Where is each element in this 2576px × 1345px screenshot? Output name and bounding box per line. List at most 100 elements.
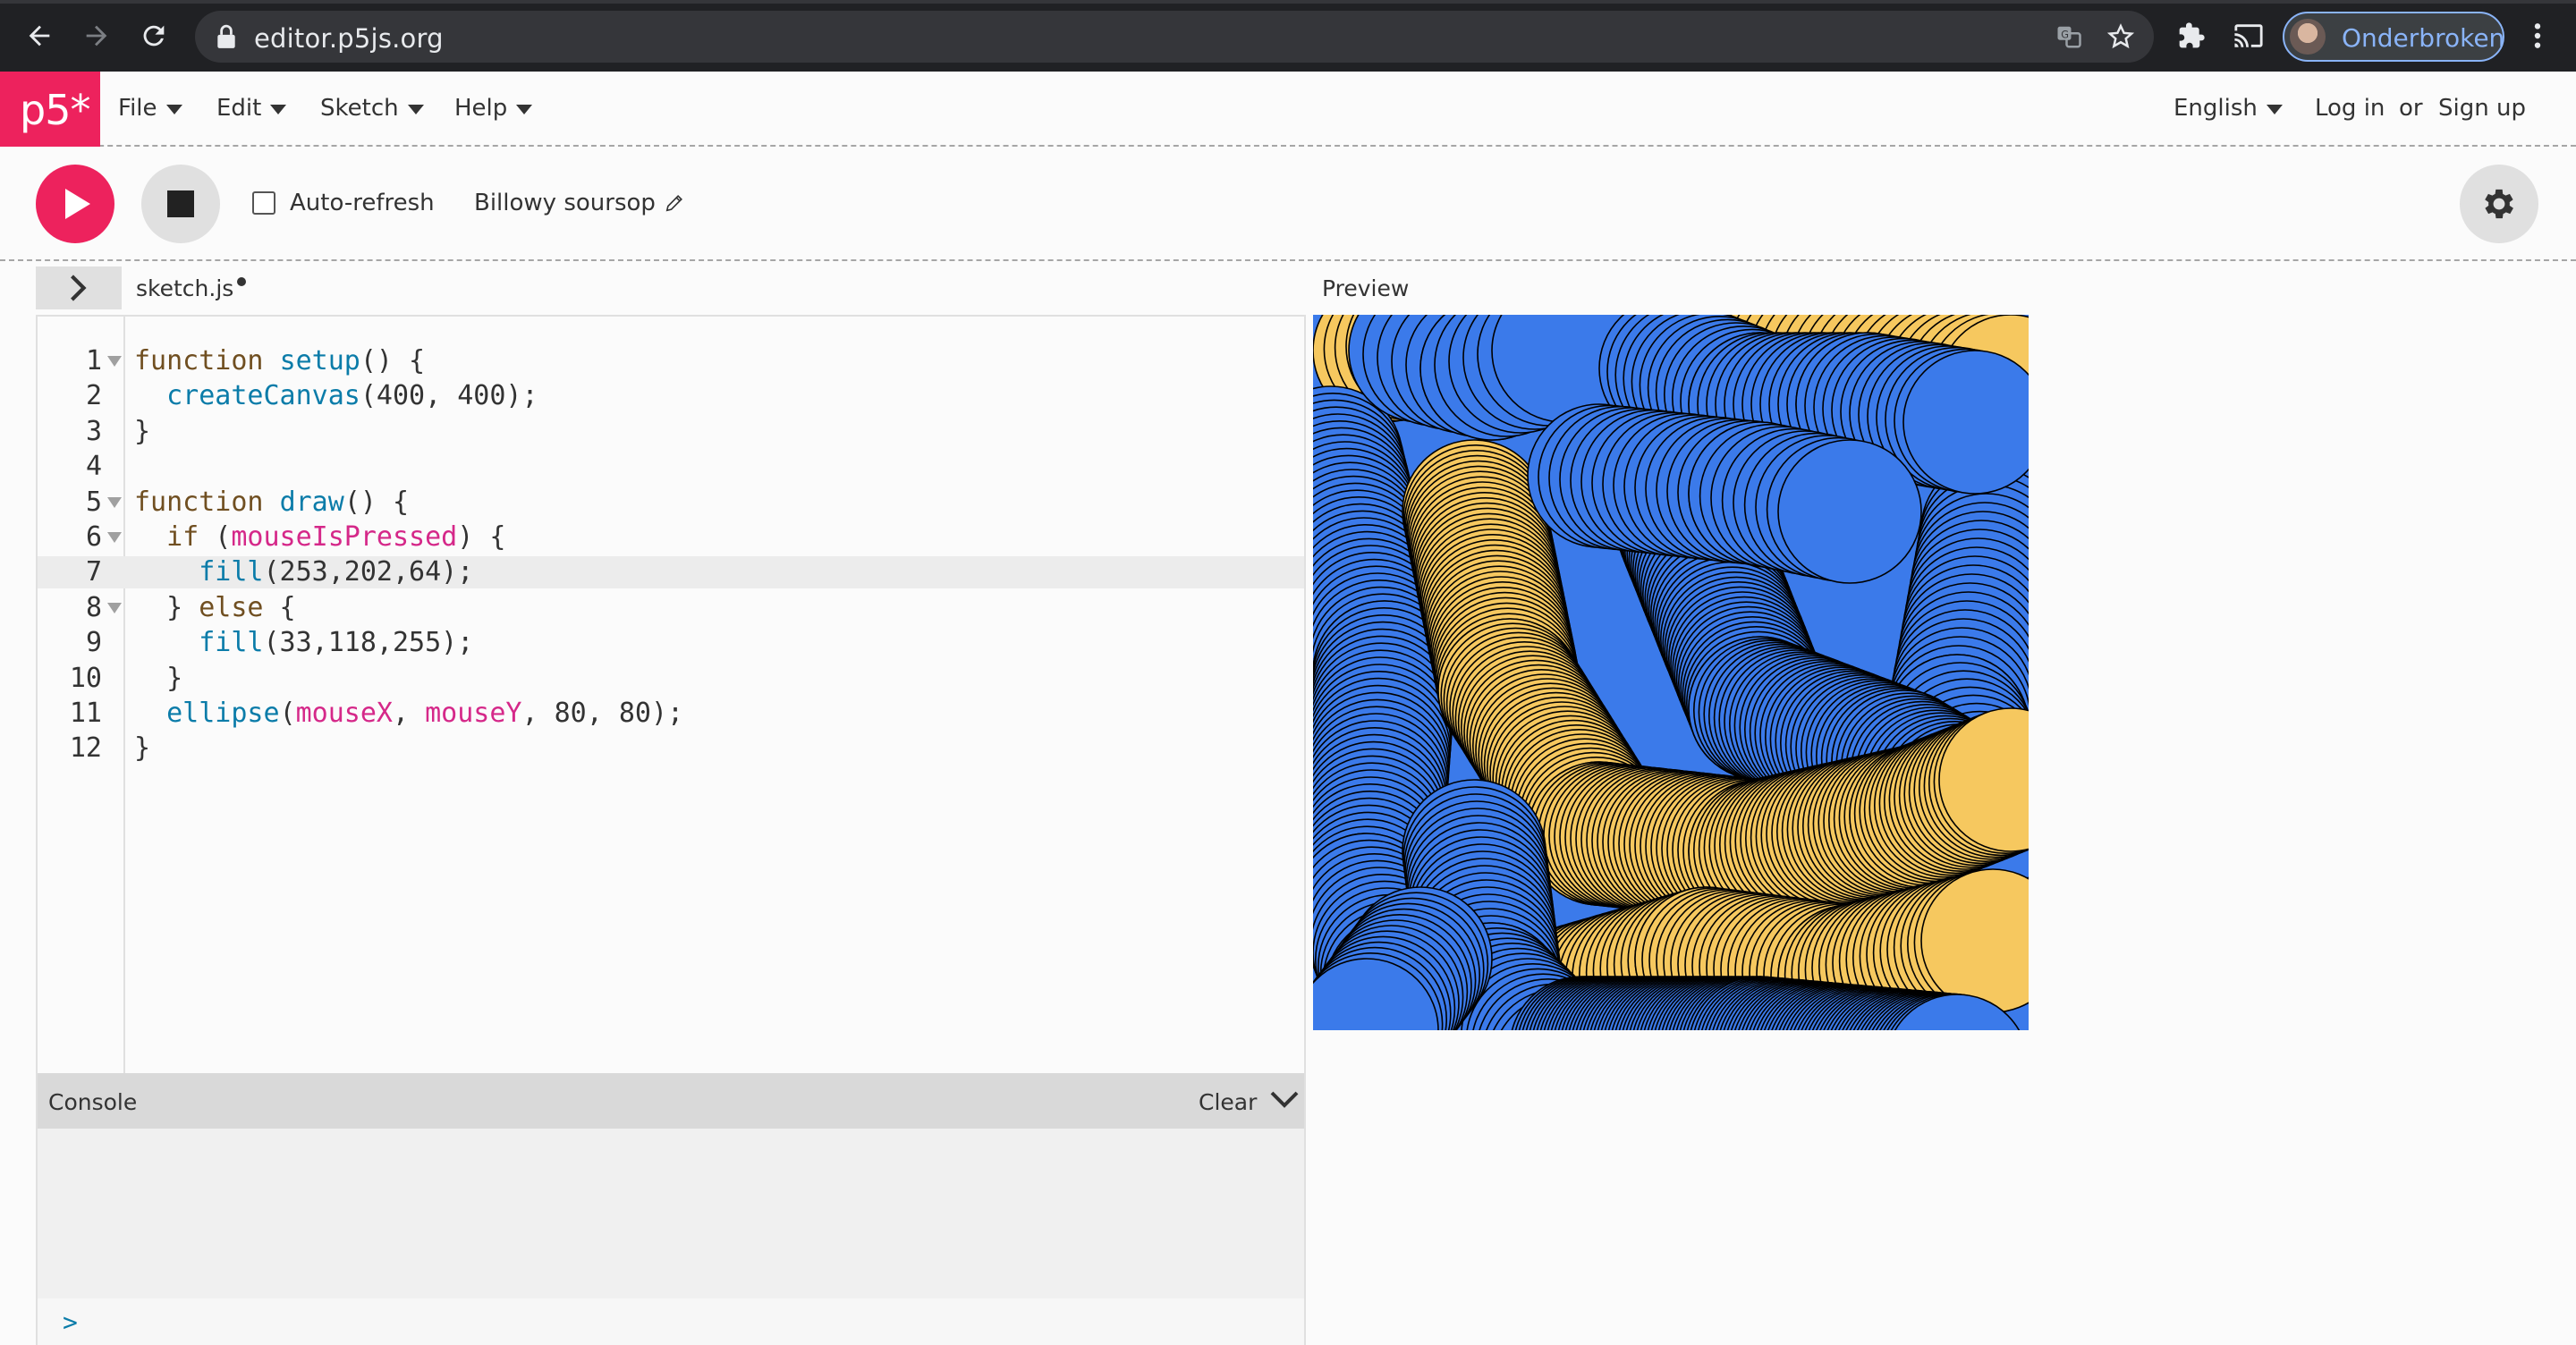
chevron-right-icon — [71, 275, 87, 301]
code-text: createCanvas(400, 400); — [166, 380, 538, 412]
sketch-name-editor[interactable]: Billowy soursop — [474, 190, 684, 216]
sketch-toolbar: Auto-refresh Billowy soursop — [0, 147, 2576, 261]
avatar — [2290, 19, 2326, 55]
code-text: } — [134, 415, 151, 447]
fold-arrow-icon[interactable] — [107, 532, 122, 543]
line-number: 1 — [85, 345, 102, 376]
line-number: 10 — [69, 662, 102, 694]
extensions-icon[interactable] — [2174, 18, 2209, 54]
auto-refresh-toggle[interactable]: Auto-refresh — [252, 190, 435, 216]
url-text[interactable]: editor.p5js.org — [254, 23, 444, 54]
code-line[interactable]: 9 fill(33,118,255); — [38, 627, 1304, 659]
code-text: } — [134, 662, 183, 694]
lock-icon — [217, 24, 235, 48]
line-number: 11 — [69, 698, 102, 729]
profile-name: Onderbroken — [2342, 23, 2505, 53]
stop-button[interactable] — [141, 165, 220, 243]
star-icon[interactable] — [2106, 21, 2136, 52]
chevron-down-icon[interactable] — [1270, 1087, 1299, 1112]
signup-link[interactable]: Sign up — [2438, 95, 2526, 122]
menu-help[interactable]: Help — [454, 95, 533, 122]
line-number: 7 — [85, 556, 102, 588]
code-line[interactable]: 4 — [38, 451, 1304, 483]
console-title: Console — [48, 1089, 138, 1115]
menu-edit[interactable]: Edit — [216, 95, 287, 122]
address-bar[interactable]: editor.p5js.org G — [195, 11, 2154, 63]
profile-button[interactable]: Onderbroken — [2283, 12, 2504, 62]
play-button[interactable] — [36, 165, 114, 243]
file-tab-sketch[interactable]: sketch.js — [136, 275, 247, 301]
menu-sketch-label: Sketch — [320, 95, 399, 122]
fold-arrow-icon[interactable] — [107, 356, 122, 367]
console-prompt-icon: > — [63, 1307, 78, 1337]
login-link[interactable]: Log in — [2315, 95, 2385, 122]
code-text: function draw() { — [134, 486, 410, 518]
cast-icon[interactable] — [2231, 18, 2267, 54]
code-line[interactable]: 8 } else { — [38, 592, 1304, 624]
code-line[interactable]: 3} — [38, 416, 1304, 448]
preview-canvas[interactable] — [1313, 315, 2029, 1030]
code-line[interactable]: 10 } — [38, 663, 1304, 695]
menu-file[interactable]: File — [118, 95, 182, 122]
chevron-down-icon — [165, 104, 182, 114]
forward-arrow-icon[interactable] — [77, 16, 116, 55]
auto-refresh-checkbox[interactable] — [252, 191, 275, 215]
tab-strip — [0, 0, 2576, 4]
line-number: 4 — [85, 451, 102, 483]
console-header: Console Clear — [38, 1073, 1304, 1129]
code-line[interactable]: 5 function draw() { — [38, 486, 1304, 519]
code-line[interactable]: 7 fill(253,202,64); — [38, 556, 1304, 588]
language-dropdown[interactable]: English — [2174, 95, 2283, 122]
gear-icon — [2485, 189, 2513, 219]
translate-icon[interactable]: G — [2054, 21, 2084, 52]
stop-icon — [167, 190, 194, 217]
sketch-output — [1313, 315, 2029, 1030]
code-editor[interactable]: 1 function setup() { 2 createCanvas(400, 4… — [36, 315, 1306, 1073]
fold-arrow-icon[interactable] — [107, 496, 122, 508]
menu-edit-label: Edit — [216, 95, 262, 122]
line-number: 2 — [85, 380, 102, 412]
code-text: } else { — [134, 591, 296, 623]
code-line[interactable]: 6 if (mouseIsPressed) { — [38, 521, 1304, 554]
p5-logo[interactable]: p5* — [0, 72, 100, 147]
code-text: } — [134, 732, 151, 765]
chevron-down-icon — [516, 104, 533, 114]
line-number: 12 — [69, 732, 102, 765]
code-line[interactable]: 11 ellipse(mouseX, mouseY, 80, 80); — [38, 698, 1304, 730]
browser-chrome: editor.p5js.org G Onderbroken — [0, 0, 2576, 72]
code-line[interactable]: 2 createCanvas(400, 400); — [38, 380, 1304, 412]
line-number: 6 — [85, 521, 102, 553]
code-text: fill(253,202,64); — [199, 556, 474, 588]
reload-icon[interactable] — [134, 16, 174, 55]
svg-text:G: G — [2061, 29, 2069, 40]
chevron-down-icon — [407, 104, 424, 114]
play-icon — [65, 189, 90, 219]
menu-help-label: Help — [454, 95, 508, 122]
fold-arrow-icon[interactable] — [107, 602, 122, 613]
settings-button[interactable] — [2460, 165, 2538, 243]
menu-file-label: File — [118, 95, 157, 122]
logo-text: p5* — [20, 86, 90, 134]
console-clear-button[interactable]: Clear — [1199, 1089, 1257, 1115]
line-number: 9 — [85, 627, 102, 659]
file-tabs: sketch.js — [36, 266, 1306, 315]
code-line[interactable]: 12} — [38, 732, 1304, 765]
more-vert-icon[interactable] — [2524, 16, 2551, 55]
console-panel: Console Clear > — [36, 1073, 1306, 1345]
console-input[interactable]: > — [38, 1298, 1304, 1345]
chevron-down-icon — [2266, 104, 2283, 114]
preview-label: Preview — [1322, 275, 1410, 301]
line-number: 8 — [85, 591, 102, 623]
sketch-name: Billowy soursop — [474, 190, 656, 216]
code-line[interactable]: 1 function setup() { — [38, 345, 1304, 377]
line-number: 5 — [85, 486, 102, 518]
pencil-icon[interactable] — [665, 193, 684, 213]
sidebar-toggle-button[interactable] — [36, 266, 122, 309]
menu-sketch[interactable]: Sketch — [320, 95, 424, 122]
back-arrow-icon[interactable] — [20, 16, 59, 55]
code-text: function setup() { — [134, 345, 426, 376]
editor-nav-bar: p5* File Edit Sketch Help English Log in… — [0, 72, 2576, 147]
line-number: 3 — [85, 415, 102, 447]
unsaved-indicator — [237, 277, 247, 286]
code-text: ellipse(mouseX, mouseY, 80, 80); — [166, 698, 684, 729]
